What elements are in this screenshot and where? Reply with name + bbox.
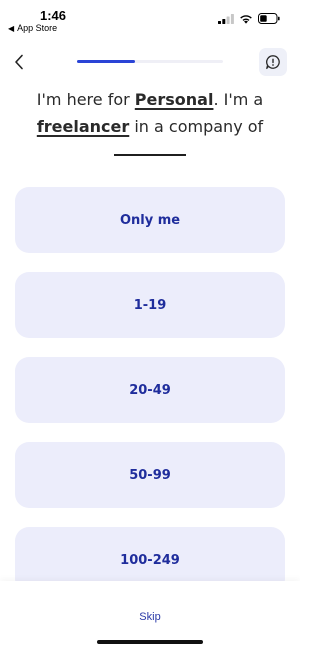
skip-button[interactable]: Skip — [0, 611, 300, 623]
status-time: 1:46 — [40, 8, 67, 23]
chevron-left-icon — [15, 54, 23, 70]
option-only-me[interactable]: Only me — [15, 187, 285, 253]
back-app-label: App Store — [17, 23, 58, 33]
selected-role[interactable]: freelancer — [37, 117, 129, 136]
progress-bar — [77, 60, 223, 63]
status-icons — [218, 13, 280, 24]
onboarding-screen: 1:46 ◀ App Store I'm here for Personal. … — [0, 0, 300, 650]
back-button[interactable] — [8, 52, 30, 72]
option-50-99[interactable]: 50-99 — [15, 442, 285, 508]
home-indicator[interactable] — [97, 640, 203, 644]
question-text: I'm here for Personal. I'm a freelancer … — [10, 86, 290, 140]
company-size-options: Only me 1-19 20-49 50-99 100-249 — [15, 187, 285, 612]
back-triangle-icon: ◀ — [8, 24, 15, 33]
selected-purpose[interactable]: Personal — [135, 90, 214, 109]
progress-bar-fill — [77, 60, 136, 63]
wifi-icon — [240, 14, 252, 24]
option-20-49[interactable]: 20-49 — [15, 357, 285, 423]
option-1-19[interactable]: 1-19 — [15, 272, 285, 338]
feedback-button[interactable] — [259, 48, 287, 76]
status-bar: 1:46 ◀ App Store — [0, 0, 300, 36]
question-part-3: in a company of — [129, 117, 264, 136]
battery-icon — [258, 13, 280, 24]
back-to-app-store-link[interactable]: ◀ App Store — [8, 23, 57, 33]
cellular-signal-icon — [218, 13, 234, 24]
question-part-1: I'm here for — [36, 90, 135, 109]
speech-bubble-exclamation-icon — [266, 55, 280, 70]
question-part-2: . I'm a — [213, 90, 264, 109]
answer-blank-line — [114, 154, 186, 156]
